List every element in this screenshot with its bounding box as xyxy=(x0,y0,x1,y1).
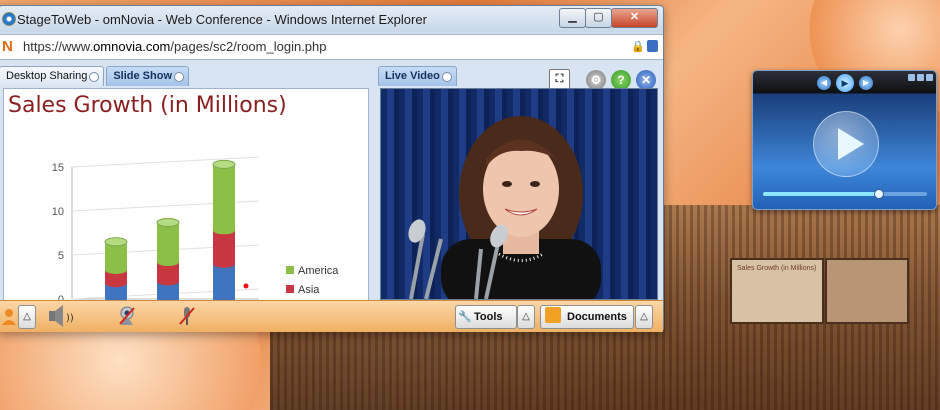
play-icon[interactable]: ▶ xyxy=(836,74,854,92)
compatibility-view-icon[interactable] xyxy=(647,40,658,52)
presenter-eye-left xyxy=(502,181,512,187)
url-text[interactable]: https://www.omnovia.com/pages/sc2/room_l… xyxy=(23,39,327,54)
seek-bar[interactable] xyxy=(763,189,927,199)
player-close-icon[interactable] xyxy=(926,74,933,81)
svg-text:)): )) xyxy=(66,313,74,324)
background-stage-screen-video xyxy=(825,258,909,324)
close-icon[interactable]: ✕ xyxy=(636,70,656,90)
bar-segment-america xyxy=(157,222,179,263)
bar-segment-europe xyxy=(213,263,235,299)
title-bar[interactable]: StageToWeb - omNovia - Web Conference - … xyxy=(0,6,663,32)
legend-label: America xyxy=(298,265,339,277)
live-video-feed[interactable] xyxy=(380,88,658,300)
omnovia-favicon-icon: N xyxy=(2,38,13,55)
presenter-eye-right xyxy=(530,181,540,187)
tab-desktop-sharing[interactable]: Desktop Sharing xyxy=(0,66,105,86)
tab-radio-icon[interactable] xyxy=(174,72,185,82)
laser-pointer-dot xyxy=(243,283,249,289)
bar-segment-edge xyxy=(213,226,235,235)
maximize-button[interactable]: ▢ xyxy=(585,8,612,28)
tab-radio-icon[interactable] xyxy=(89,72,100,82)
bar-segment-edge xyxy=(157,277,179,286)
conference-room: Desktop Sharing Slide Show Sales Growth (… xyxy=(0,60,663,332)
gear-icon[interactable]: ⚙ xyxy=(586,70,606,90)
right-panel-tabs: Live Video xyxy=(378,66,459,86)
speaker-volume-icon[interactable]: )) xyxy=(47,305,81,327)
window-title: StageToWeb - omNovia - Web Conference - … xyxy=(17,12,427,27)
legend-swatch-america xyxy=(286,266,294,274)
y-tick-label: 5 xyxy=(58,250,64,262)
bar-segment-edge xyxy=(157,258,179,267)
media-player-widget: ◀ ▶ ▶ xyxy=(752,70,937,210)
bar-segment-america xyxy=(213,164,235,231)
y-tick-label: 10 xyxy=(52,206,64,218)
fullscreen-icon[interactable]: ⛶ xyxy=(549,69,570,90)
next-icon[interactable]: ▶ xyxy=(859,76,873,90)
help-icon[interactable]: ? xyxy=(611,70,631,90)
ie-logo-icon xyxy=(2,12,16,26)
legend-swatch-asia xyxy=(286,285,294,293)
documents-button[interactable]: Documents xyxy=(540,305,634,329)
bar-segment-asia xyxy=(213,230,235,264)
tools-menu-arrow[interactable]: △ xyxy=(517,305,535,329)
sales-growth-chart: 051015200720082009AmericaAsiaEurope xyxy=(52,156,339,313)
microphone-icon[interactable] xyxy=(177,305,197,327)
legend-label: Asia xyxy=(298,284,320,296)
background-screen-text: Sales Growth (in Millions) xyxy=(737,265,817,272)
bar-top-cap xyxy=(156,217,180,227)
bottom-toolbar: △ )) 🔧 Tools △ Documents △ xyxy=(0,300,663,332)
bar-segment-edge xyxy=(105,279,127,288)
seek-bar-handle[interactable] xyxy=(873,189,884,199)
lock-icon[interactable]: 🔒 xyxy=(631,40,645,53)
player-minimize-icon[interactable] xyxy=(908,74,915,81)
bar-top-cap xyxy=(104,237,128,247)
tools-wrench-icon: 🔧 xyxy=(458,311,472,323)
big-play-icon[interactable] xyxy=(813,111,879,177)
tab-radio-icon[interactable] xyxy=(441,72,452,82)
previous-icon[interactable]: ◀ xyxy=(817,76,831,90)
tools-button[interactable]: 🔧 Tools xyxy=(455,305,517,329)
tab-slide-show[interactable]: Slide Show xyxy=(106,66,190,86)
documents-folder-icon xyxy=(545,307,561,323)
browser-window: StageToWeb - omNovia - Web Conference - … xyxy=(0,5,664,332)
tab-live-video[interactable]: Live Video xyxy=(378,66,457,86)
seek-bar-fill xyxy=(763,192,878,196)
documents-menu-arrow[interactable]: △ xyxy=(635,305,653,329)
y-tick-label: 15 xyxy=(52,162,64,174)
attendees-icon[interactable] xyxy=(1,305,17,327)
presenter-video-frame xyxy=(408,116,601,299)
left-panel-tabs: Desktop Sharing Slide Show xyxy=(0,66,191,86)
bar-segment-edge xyxy=(105,265,127,274)
close-window-button[interactable]: ✕ xyxy=(611,8,658,28)
address-bar[interactable]: N https://www.omnovia.com/pages/sc2/room… xyxy=(0,34,663,60)
player-restore-icon[interactable] xyxy=(917,74,924,81)
bar-segment-edge xyxy=(213,259,235,268)
slide-panel: Sales Growth (in Millions) 0510152007200… xyxy=(3,88,369,328)
bar-top-cap xyxy=(212,159,236,169)
minimize-button[interactable]: ▁ xyxy=(559,8,586,28)
webcam-icon[interactable] xyxy=(117,305,137,327)
attendees-menu-arrow[interactable]: △ xyxy=(18,305,36,329)
